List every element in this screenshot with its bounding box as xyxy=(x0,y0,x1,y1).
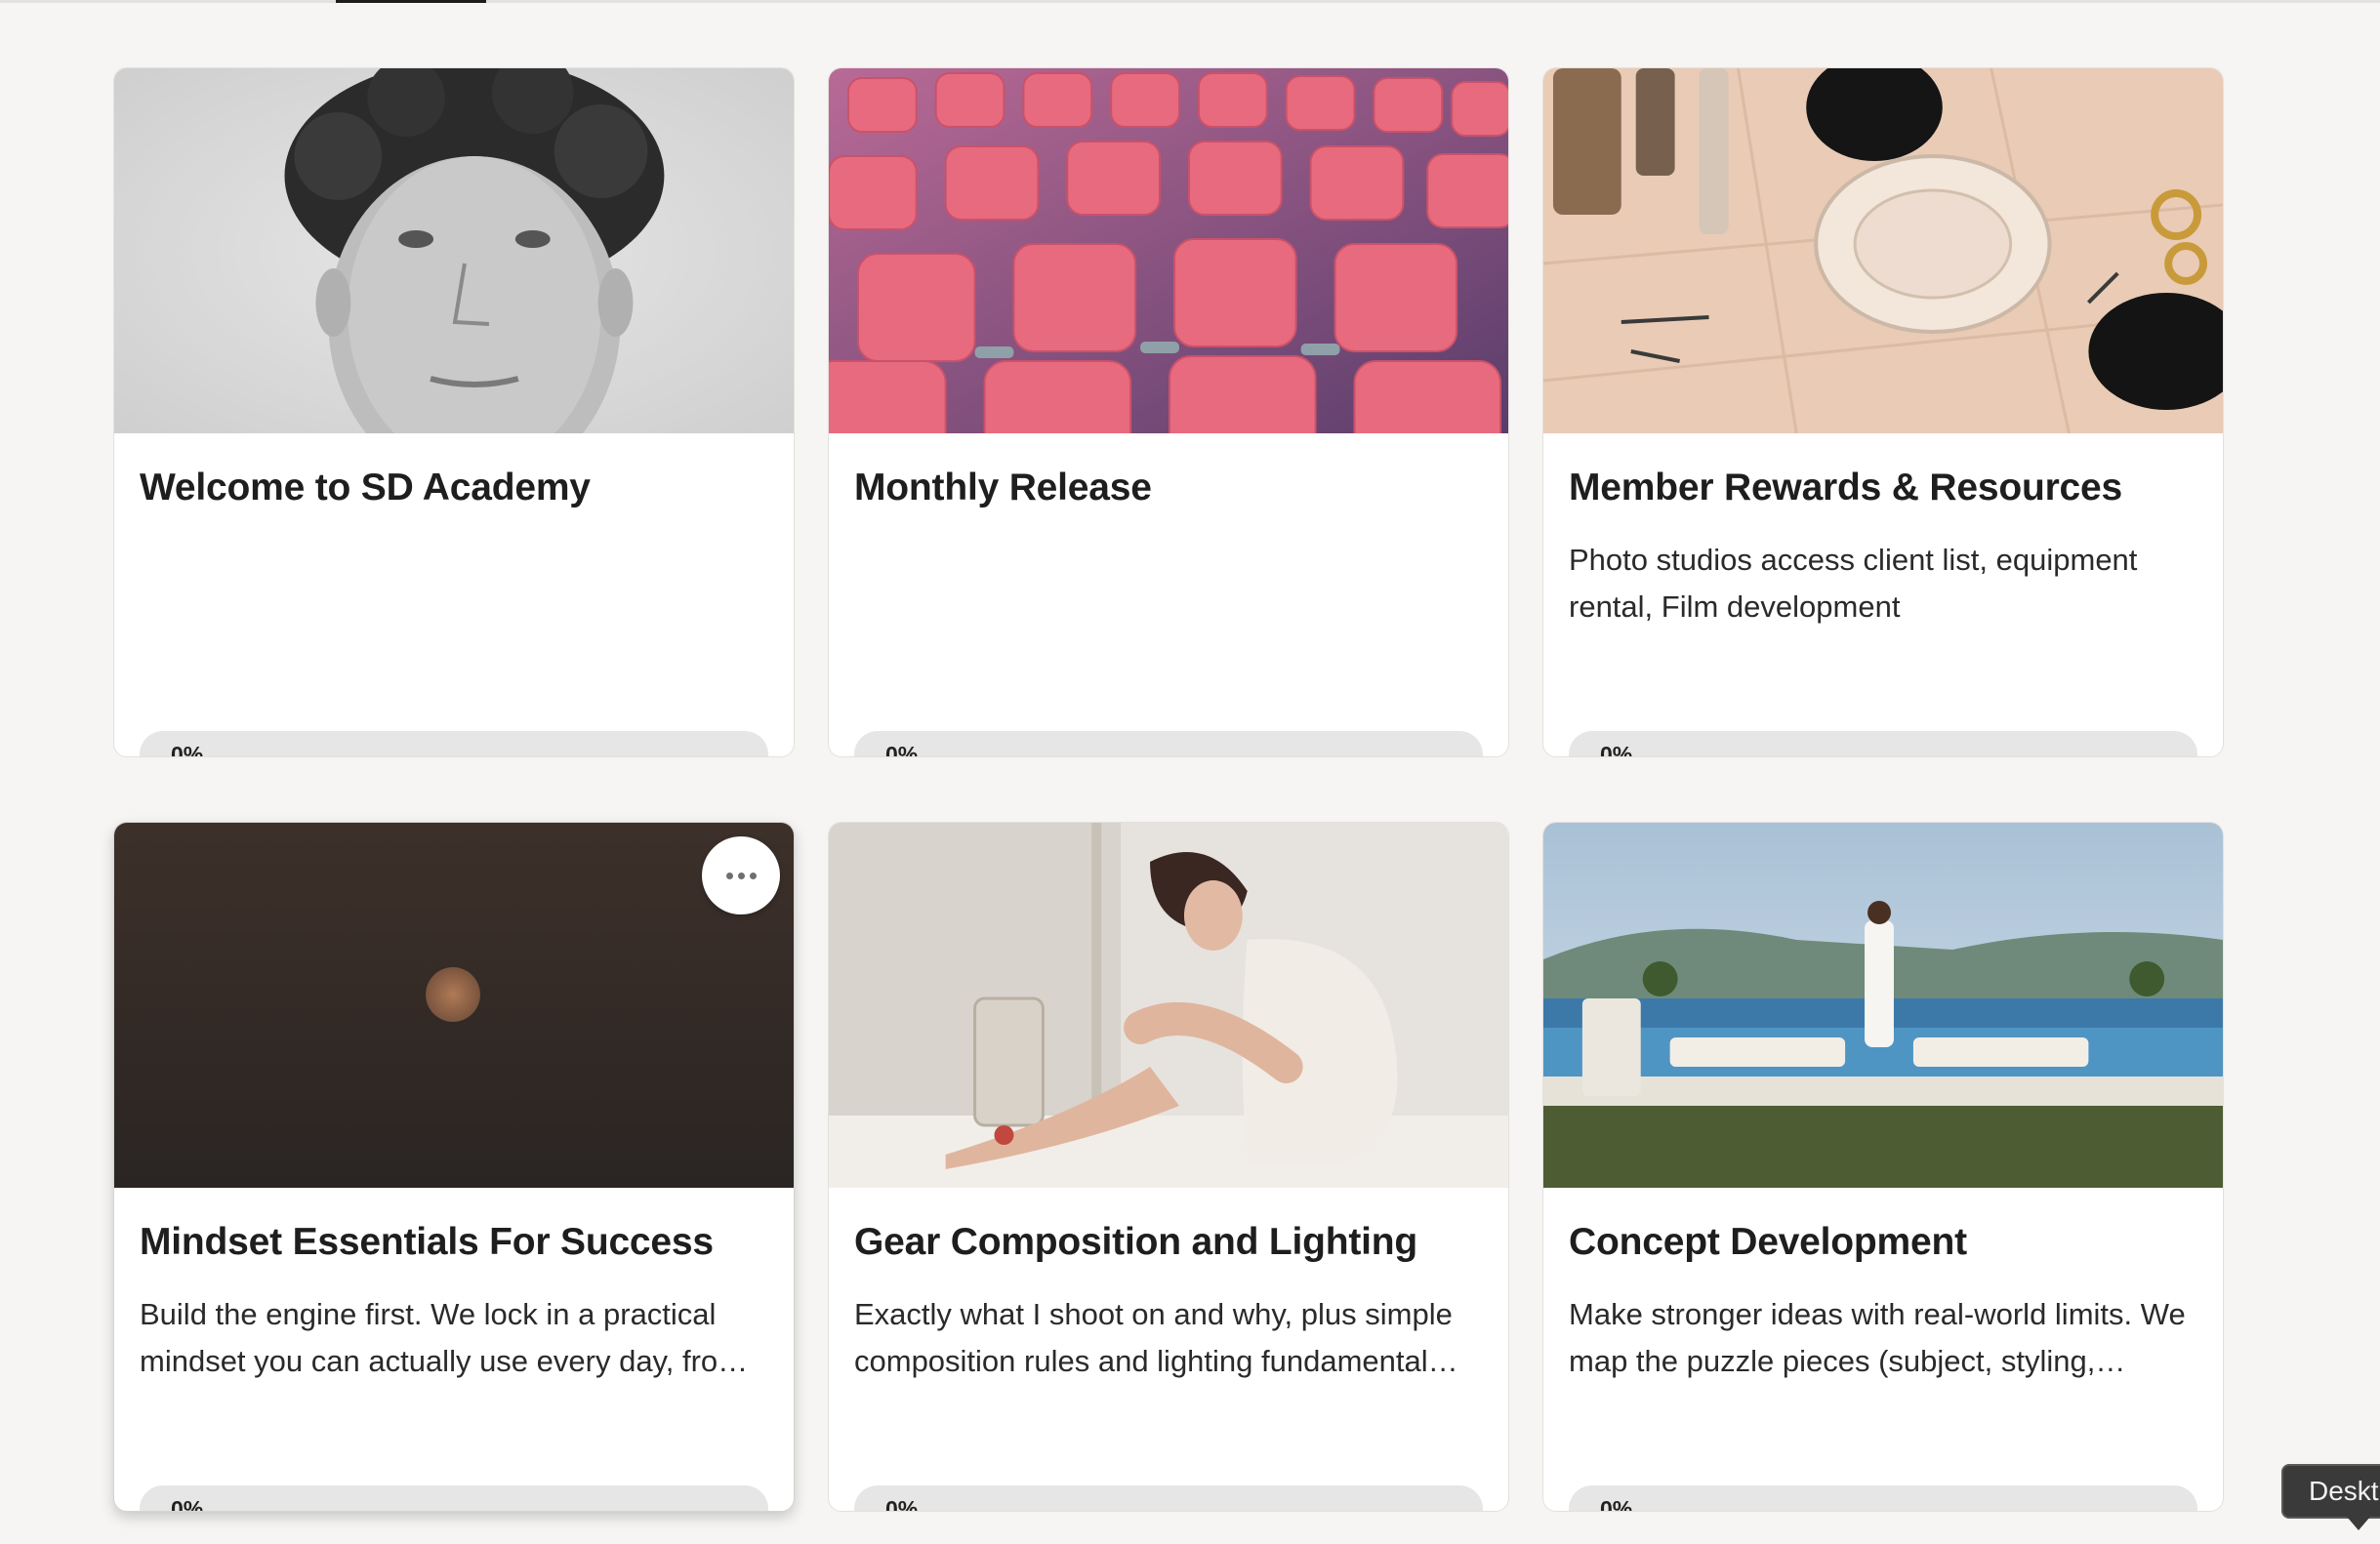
course-description: Exactly what I shoot on and why, plus si… xyxy=(854,1297,1458,1378)
progress-label: 0% xyxy=(1600,742,1633,757)
course-title: Gear Composition and Lighting xyxy=(854,1221,1418,1263)
course-description: Photo studios access client list, equipm… xyxy=(1569,543,2138,624)
course-card[interactable]: Gear Composition and Lighting Exactly wh… xyxy=(828,822,1509,1512)
card-more-button[interactable] xyxy=(702,836,780,914)
course-progress-bar: 0% xyxy=(1569,1485,2197,1512)
course-title: Concept Development xyxy=(1569,1221,1967,1263)
course-thumbnail-theater-seats xyxy=(829,68,1508,433)
course-card[interactable]: Mindset Essentials For Success Build the… xyxy=(113,822,795,1512)
course-thumbnail-vanity-table xyxy=(1543,68,2223,433)
course-progress-bar: 0% xyxy=(854,731,1483,757)
course-title: Welcome to SD Academy xyxy=(140,467,591,508)
course-progress-bar: 0% xyxy=(1569,731,2197,757)
progress-label: 0% xyxy=(885,742,919,757)
more-horizontal-icon xyxy=(725,872,757,879)
course-grid: Welcome to SD Academy 0% Monthly Release… xyxy=(113,67,2224,1512)
course-card[interactable]: Concept Development Make stronger ideas … xyxy=(1542,822,2224,1512)
progress-label: 0% xyxy=(885,1496,919,1512)
tooltip-arrow xyxy=(2347,1517,2370,1530)
course-description: Build the engine first. We lock in a pra… xyxy=(140,1297,749,1378)
course-title: Member Rewards & Resources xyxy=(1569,467,2123,508)
course-thumbnail-hazy-sun xyxy=(114,823,794,1188)
course-card[interactable]: Monthly Release 0% xyxy=(828,67,1509,757)
course-card[interactable]: Member Rewards & Resources Photo studios… xyxy=(1542,67,2224,757)
course-title: Monthly Release xyxy=(854,467,1152,508)
active-tab-indicator xyxy=(336,0,486,3)
progress-label: 0% xyxy=(171,1496,204,1512)
course-description: Make stronger ideas with real-world limi… xyxy=(1569,1297,2186,1378)
progress-label: 0% xyxy=(171,742,204,757)
progress-label: 0% xyxy=(1600,1496,1633,1512)
course-thumbnail-bath-scene xyxy=(829,823,1508,1188)
course-progress-bar: 0% xyxy=(140,731,768,757)
course-card[interactable]: Welcome to SD Academy 0% xyxy=(113,67,795,757)
course-progress-bar: 0% xyxy=(140,1485,768,1512)
tooltip: Deskt xyxy=(2281,1464,2380,1519)
course-title: Mindset Essentials For Success xyxy=(140,1221,714,1263)
course-progress-bar: 0% xyxy=(854,1485,1483,1512)
course-thumbnail-poolside xyxy=(1543,823,2223,1188)
course-thumbnail-portrait xyxy=(114,68,794,433)
